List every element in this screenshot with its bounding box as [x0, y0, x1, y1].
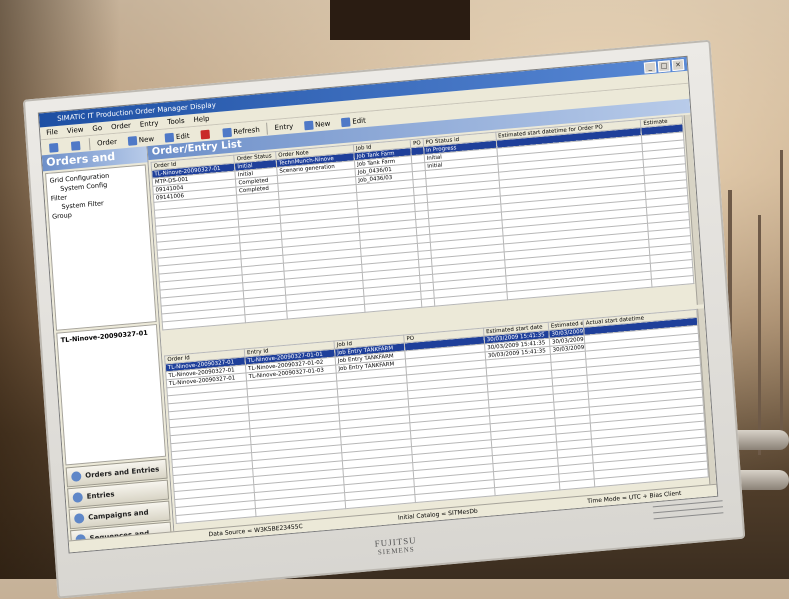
back-button[interactable] [45, 140, 65, 155]
entries-icon [72, 492, 84, 503]
nav-label: Orders and Entries [84, 465, 160, 480]
edit-icon [340, 116, 351, 127]
new-icon [303, 120, 314, 130]
window-controls: _ □ × [643, 59, 685, 74]
menu-entry[interactable]: Entry [139, 117, 159, 131]
campaigns-icon [73, 513, 85, 524]
main-panel: Order/Entry List Order Id Order Status O… [147, 98, 718, 544]
toolbar-separator [88, 138, 91, 151]
close-button[interactable]: × [671, 59, 685, 72]
minimize-button[interactable]: _ [643, 61, 657, 74]
menu-go[interactable]: Go [92, 122, 103, 135]
monitor-brand-logo: FUJITSU SIEMENS [374, 535, 417, 557]
back-icon [48, 142, 59, 153]
maximize-button[interactable]: □ [657, 60, 671, 73]
menu-view[interactable]: View [66, 124, 84, 137]
new-entry-label: New [314, 119, 331, 129]
monitor-bezel: SIMATIC IT Production Order Manager Disp… [22, 39, 746, 599]
nav-label: Entries [86, 490, 115, 501]
toolbar-separator [266, 122, 269, 135]
forward-button[interactable] [67, 138, 87, 153]
edit-icon [164, 132, 175, 143]
background-lamp-pole [758, 215, 761, 455]
delete-icon [200, 129, 210, 139]
screen: SIMATIC IT Production Order Manager Disp… [37, 55, 719, 554]
edit-entry-label: Edit [351, 116, 367, 126]
forward-icon [70, 140, 81, 151]
config-tree: Grid Configuration System Config Filter … [45, 164, 157, 331]
edit-order-label: Edit [175, 131, 190, 141]
new-order-label: New [138, 134, 155, 144]
menu-file[interactable]: File [46, 126, 59, 139]
refresh-icon [222, 127, 232, 138]
order-tree: TL-Ninove-20090327-01 [56, 323, 167, 466]
order-label: Order [96, 137, 118, 148]
menu-order[interactable]: Order [111, 120, 132, 134]
new-icon [127, 135, 138, 146]
background-lamp-pole [780, 150, 783, 450]
entry-label: Entry [274, 122, 294, 132]
menu-tools[interactable]: Tools [167, 115, 185, 128]
orders-icon [70, 471, 82, 482]
menu-help[interactable]: Help [193, 113, 210, 126]
monitor: SIMATIC IT Production Order Manager Disp… [18, 0, 755, 599]
tree-item-order[interactable]: TL-Ninove-20090327-01 [60, 328, 153, 345]
refresh-label: Refresh [233, 125, 260, 136]
delete-button[interactable] [196, 127, 216, 142]
